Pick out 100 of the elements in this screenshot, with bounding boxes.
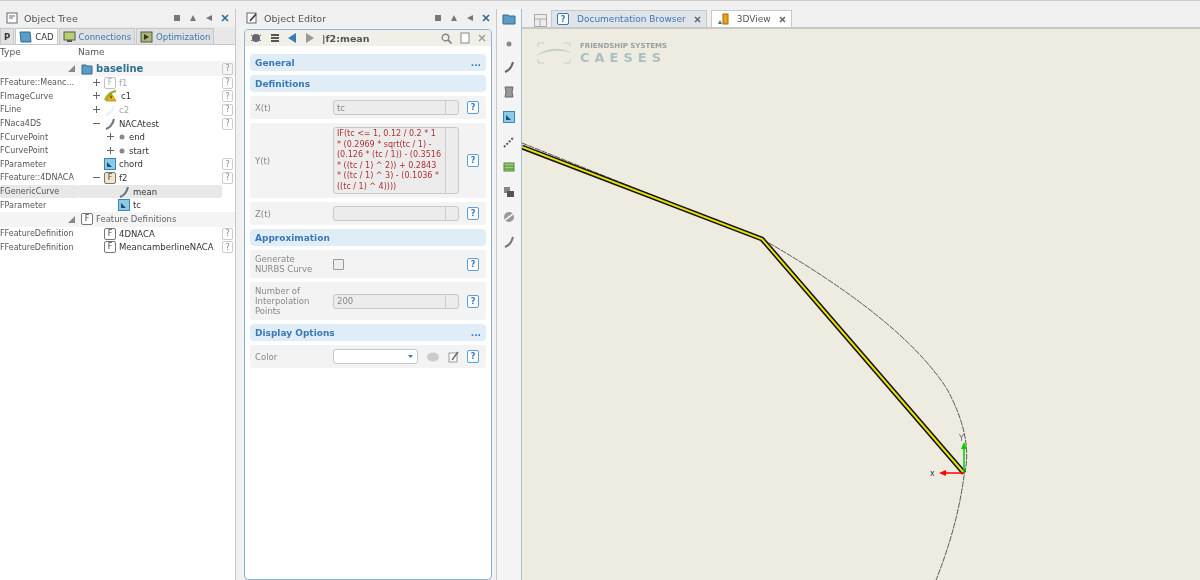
tree-item[interactable]: start xyxy=(78,143,222,158)
maximize-icon[interactable] xyxy=(450,14,458,22)
curve-icon[interactable] xyxy=(503,61,515,73)
property-label: Color xyxy=(255,351,279,362)
surface-icon[interactable] xyxy=(503,86,515,98)
tree-icon xyxy=(6,12,18,24)
folder-icon[interactable] xyxy=(502,13,516,25)
plus-icon[interactable] xyxy=(107,146,114,154)
stack-icon[interactable] xyxy=(503,186,515,198)
type-cell-text: FFeature::Meanc... xyxy=(0,77,76,90)
feature-icon: F xyxy=(104,241,116,254)
back-icon[interactable] xyxy=(288,33,297,43)
type-cell-text: FCurvePoint xyxy=(0,131,50,144)
help-button[interactable]: ? xyxy=(222,158,233,171)
maximize-icon[interactable] xyxy=(189,14,197,22)
input-field[interactable]: tc xyxy=(333,100,459,115)
help-icon: ? xyxy=(557,13,569,25)
section-header[interactable]: General ... xyxy=(250,54,486,71)
collapse-arrow-icon[interactable] xyxy=(68,215,75,223)
help-button[interactable]: ? xyxy=(222,90,233,103)
axis-label: Y xyxy=(959,434,964,443)
document-tab[interactable]: ? Documentation Browser xyxy=(551,10,707,27)
help-button[interactable]: ? xyxy=(467,207,479,220)
type-cell-text: FFeatureDefinition xyxy=(0,241,75,254)
parameter-icon[interactable] xyxy=(503,111,515,123)
property-label: Number of Interpolation Points xyxy=(255,286,311,316)
tree-group[interactable]: baseline xyxy=(78,61,222,76)
table-icon[interactable] xyxy=(503,161,515,173)
help-button[interactable]: ? xyxy=(467,257,479,271)
help-button[interactable]: ? xyxy=(467,350,479,363)
tree-item[interactable]: c1 xyxy=(78,89,222,104)
minimize-icon[interactable] xyxy=(466,14,474,22)
axis-label: x xyxy=(930,469,935,478)
help-button[interactable]: ? xyxy=(467,101,479,114)
curve-icon[interactable] xyxy=(503,236,515,248)
type-cell-text: FImageCurve xyxy=(0,90,55,103)
section-header[interactable]: Approximation xyxy=(250,229,486,246)
checkbox[interactable] xyxy=(333,258,344,270)
type-cell: FGenericCurve xyxy=(0,184,78,199)
input-field[interactable] xyxy=(333,206,459,221)
expression-field[interactable]: IF(tc <= 1, 0.12 / 0.2 * 1 * (0.2969 * sqrt(tc / 1) - (0.126 * (tc / 1)) - (0.3516 * ((tc / 1) ^ 2)) + 0.2843 * ((tc / 1) ^ 3) - (0.1036 * ((tc / 1) ^ 4)))) xyxy=(333,127,459,194)
dotted-line-icon[interactable] xyxy=(503,136,515,148)
page-icon[interactable] xyxy=(460,32,470,44)
plus-icon[interactable] xyxy=(107,133,114,141)
tree-item[interactable]: F MeancamberlineNACA xyxy=(78,240,222,255)
point-icon xyxy=(118,133,126,142)
type-cell-text: FFeature::4DNACA xyxy=(0,172,75,185)
section-header[interactable]: Display Options ... xyxy=(250,324,486,341)
property-label: Generate NURBS Curve xyxy=(255,254,314,274)
curve-icon xyxy=(118,185,130,198)
close-icon[interactable] xyxy=(478,34,486,42)
tree-item[interactable]: tc xyxy=(78,198,222,212)
sphere-icon[interactable] xyxy=(503,211,515,223)
property-label: Y(t) xyxy=(255,155,272,166)
folder-icon xyxy=(19,30,33,43)
help-button[interactable]: ? xyxy=(467,294,479,308)
help-button[interactable]: ? xyxy=(222,241,233,254)
column-header[interactable]: Name xyxy=(78,46,105,57)
property-label: X(t) xyxy=(255,102,272,113)
tree-item[interactable]: end xyxy=(78,130,222,144)
close-icon[interactable] xyxy=(778,15,786,23)
close-icon[interactable] xyxy=(482,14,490,22)
plus-icon[interactable] xyxy=(93,92,100,100)
monitor-icon xyxy=(62,30,76,43)
collapse-arrow-icon[interactable] xyxy=(68,65,75,72)
float-icon[interactable] xyxy=(173,14,181,22)
close-icon[interactable] xyxy=(693,15,701,23)
menu-icon[interactable] xyxy=(270,33,280,43)
tree-item[interactable]: chord xyxy=(78,157,222,172)
section-header[interactable]: Definitions xyxy=(250,75,486,92)
feature-icon: F xyxy=(104,76,116,89)
object-path: |f2:mean xyxy=(322,32,370,44)
panel-tab[interactable]: Connections xyxy=(58,28,136,44)
panel-tab[interactable]: CAD xyxy=(15,28,58,44)
point-icon xyxy=(118,146,126,155)
play-icon xyxy=(140,30,154,43)
type-cell-text: FCurvePoint xyxy=(0,145,50,158)
feature-icon: F xyxy=(81,213,93,226)
help-button[interactable]: ? xyxy=(222,171,233,184)
column-header[interactable]: Type xyxy=(0,46,78,57)
close-icon[interactable] xyxy=(221,14,229,22)
panel-tab[interactable]: Optimization xyxy=(136,28,215,44)
color-dropdown[interactable] xyxy=(333,349,418,364)
input-field[interactable]: 200 xyxy=(333,293,459,309)
tree-item[interactable]: mean xyxy=(78,184,222,199)
float-icon[interactable] xyxy=(434,14,442,22)
panel-tab[interactable]: P xyxy=(0,28,15,44)
tree-item[interactable]: NACAtest xyxy=(78,116,222,131)
help-button[interactable]: ? xyxy=(222,62,233,75)
edit-icon[interactable] xyxy=(448,350,459,363)
help-button[interactable]: ? xyxy=(222,117,233,130)
search-icon[interactable] xyxy=(441,32,452,44)
document-tab[interactable]: 3DView xyxy=(710,10,792,27)
help-button[interactable]: ? xyxy=(467,154,479,167)
tree-item[interactable]: F 4DNACA xyxy=(78,226,222,241)
minimize-icon[interactable] xyxy=(205,14,213,22)
tree-item[interactable]: F f2 xyxy=(78,171,222,185)
point-icon[interactable] xyxy=(505,40,513,48)
forward-icon[interactable] xyxy=(305,33,314,43)
help-button[interactable]: ? xyxy=(222,227,233,240)
